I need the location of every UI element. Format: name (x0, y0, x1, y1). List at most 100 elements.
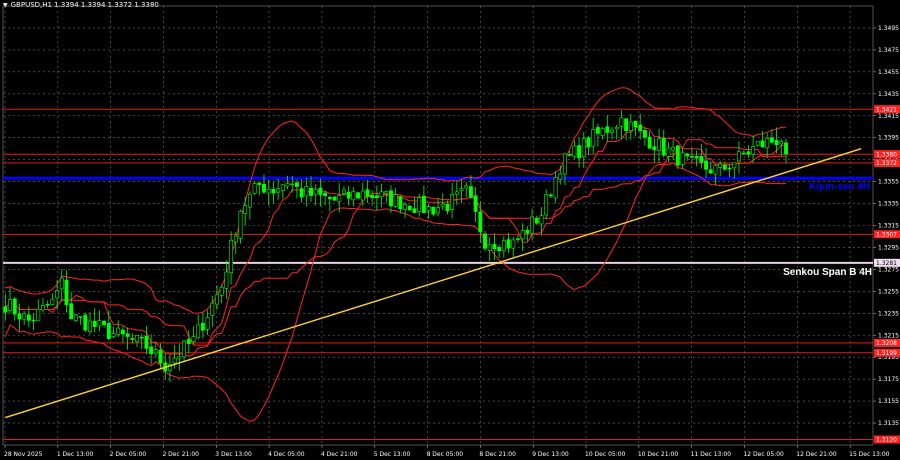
y-tick-label: 1.3455 (878, 69, 899, 76)
candle-body (675, 145, 680, 166)
candle-body (186, 339, 191, 345)
price-chart[interactable]: 1.3495 1.3475 1.3455 1.3435 1.3415 1.3395 1.33… (0, 0, 900, 460)
candle-body (680, 152, 685, 165)
candle-body (205, 316, 210, 330)
candle-body (577, 145, 582, 159)
candle-body (600, 128, 605, 136)
candle-body (548, 194, 553, 197)
candle-body (177, 356, 182, 359)
candle-body (624, 118, 629, 132)
candle-body (407, 205, 412, 211)
senkou-span-b-label: Senkou Span B 4H (783, 267, 872, 278)
candle-body (741, 152, 746, 155)
kijun-line (5, 139, 786, 346)
candle-body (8, 299, 12, 311)
candle-body (412, 208, 417, 213)
candle-body (135, 335, 139, 342)
y-tick-label: 1.3435 (878, 91, 899, 98)
candle-body (445, 203, 450, 212)
candle-body (436, 207, 440, 214)
candle-body (304, 186, 309, 197)
candle-body (356, 192, 361, 199)
x-tick-label: 10 Dec 05:00 (585, 451, 626, 458)
candle-body (525, 230, 530, 234)
candle-body (713, 165, 718, 175)
candle-body (417, 197, 422, 212)
x-tick-label: 1 Dec 13:00 (57, 451, 94, 458)
candle-body (567, 154, 572, 156)
candle-body (492, 244, 497, 249)
tenkan-line (5, 125, 786, 357)
candle-body (149, 346, 154, 355)
candle-body (610, 129, 614, 133)
y-tick-label: 1.3215 (878, 332, 899, 339)
y-tick-label: 1.3395 (878, 135, 899, 142)
candle-body (450, 193, 455, 210)
candle-body (12, 298, 17, 315)
candle-body (59, 277, 64, 290)
candle-body (614, 126, 619, 130)
candle-body (774, 140, 779, 146)
candle-body (210, 302, 215, 316)
candle-body (45, 304, 50, 306)
candle-body (22, 313, 27, 320)
y-tick-label: 1.3315 (878, 223, 899, 230)
candle-body (746, 151, 751, 155)
candle-body (595, 127, 600, 134)
x-tick-label: 2 Dec 05:00 (110, 451, 147, 458)
candle-body (572, 145, 577, 157)
candle-body (200, 322, 205, 331)
candle-body (50, 298, 55, 305)
candle-body (483, 233, 487, 249)
candle-body (544, 194, 549, 216)
candle-body (360, 190, 365, 201)
candle-body (737, 150, 741, 162)
candle-body (172, 357, 177, 364)
candle-body (106, 322, 111, 339)
candle-body (718, 163, 723, 168)
candle-body (515, 238, 520, 240)
candle-body (130, 338, 135, 340)
candle-body (421, 195, 426, 213)
candle-body (652, 146, 657, 151)
candle-body (605, 126, 610, 133)
trend-line (5, 148, 862, 419)
candle-body (36, 308, 41, 322)
candle-body (332, 196, 337, 201)
candle-body (619, 117, 624, 127)
candle-body (647, 136, 652, 149)
candle-body (243, 205, 248, 214)
candle-body (633, 120, 638, 128)
candle-body (722, 164, 727, 170)
chart-window: ▼ GBPUSD,H1 1.3394 1.3394 1.3372 1.3380 1… (0, 0, 900, 460)
candle-body (55, 290, 60, 299)
candle-body (144, 335, 149, 349)
x-tick-label: 4 Dec 05:00 (268, 451, 305, 458)
y-tick-label: 1.3175 (878, 376, 899, 383)
candle-body (689, 156, 694, 158)
candle-body (704, 160, 708, 170)
y-tick-label: 1.3155 (878, 398, 899, 405)
y-tick-label: 1.3275 (878, 266, 899, 273)
candle-body (257, 182, 262, 185)
candle-body (374, 195, 379, 199)
candle-body (628, 121, 633, 131)
candle-body (111, 333, 116, 338)
candle-body (31, 319, 36, 322)
candle-body (379, 191, 384, 198)
candle-body (88, 320, 92, 332)
candle-body (323, 192, 328, 197)
candle-body (224, 271, 229, 289)
candle-body (769, 137, 774, 143)
candle-body (389, 190, 393, 207)
x-tick-label: 10 Dec 21:00 (638, 451, 679, 458)
candle-body (215, 294, 219, 305)
x-tick-label: 9 Dec 13:00 (532, 451, 569, 458)
candle-body (558, 173, 563, 180)
candle-body (262, 183, 266, 193)
candle-body (3, 306, 8, 313)
candle-body (271, 188, 276, 194)
candle-body (266, 189, 271, 194)
candle-body (779, 141, 784, 145)
price-level-label: 1.3421 (876, 106, 897, 113)
